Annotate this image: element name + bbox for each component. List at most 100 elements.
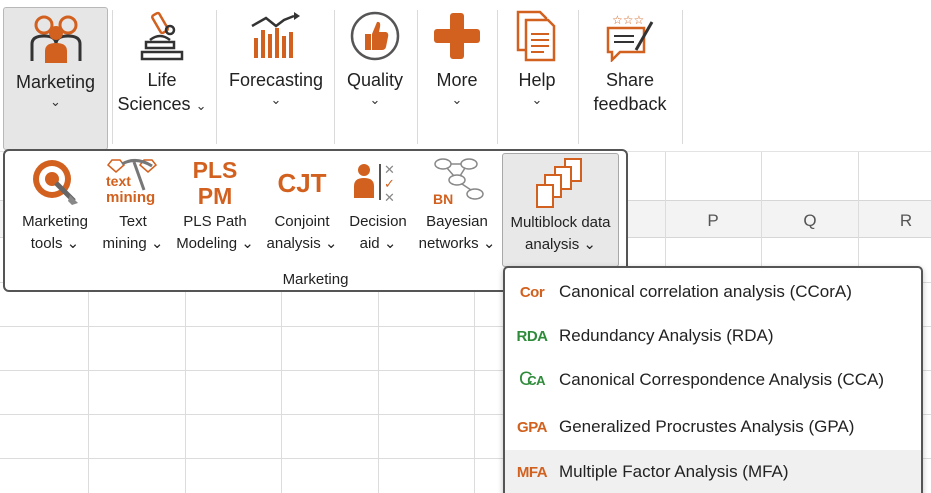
label-line: mining (102, 235, 147, 252)
feedback-stars-icon: ☆☆☆ (600, 6, 660, 66)
menu-item-cca[interactable]: CCA Canonical Correspondence Analysis (C… (505, 358, 921, 402)
decision-aid-button[interactable]: ✕ ✓ ✕ Decision aid ⌄ (343, 153, 413, 265)
microscope-icon (132, 6, 192, 66)
ribbon-separator (216, 10, 217, 144)
pls-path-modeling-button[interactable]: PLS PM PLS Path Modeling ⌄ (171, 153, 259, 265)
menu-item-label: Multiple Factor Analysis (MFA) (559, 462, 789, 481)
svg-text:☆☆☆: ☆☆☆ (612, 13, 644, 27)
svg-text:PLS: PLS (193, 157, 238, 183)
stacked-blocks-icon (526, 154, 596, 212)
menu-item-ccora[interactable]: Cor Canonical correlation analysis (CCor… (505, 270, 921, 314)
ribbon-separator (578, 10, 579, 144)
svg-text:CJT: CJT (277, 168, 326, 198)
svg-text:PM: PM (198, 183, 233, 209)
chevron-down-icon: ⌄ (531, 92, 543, 107)
gpa-icon: GPA (517, 418, 547, 436)
ribbon-forecasting-button[interactable]: Forecasting ⌄ (222, 6, 330, 150)
cjt-icon: CJT (267, 153, 337, 211)
ribbon-help-button[interactable]: Help ⌄ (501, 6, 573, 150)
pls-pm-icon: PLS PM (180, 153, 250, 211)
menu-item-mfa[interactable]: MFA Multiple Factor Analysis (MFA) (505, 450, 921, 493)
pls-path-modeling-label: PLS Path Modeling ⌄ (176, 211, 254, 255)
chevron-down-icon: ⌄ (241, 235, 254, 252)
label-line: analysis (525, 236, 580, 253)
ribbon-separator (682, 10, 683, 144)
ribbon-separator (497, 10, 498, 144)
label-line: analysis (266, 235, 321, 252)
mfa-icon: MFA (516, 463, 548, 481)
label-line: Life (147, 70, 177, 90)
bayesian-networks-button[interactable]: BN Bayesian networks ⌄ (415, 153, 499, 265)
network-nodes-icon: BN (422, 153, 492, 211)
ribbon-life-sciences-button[interactable]: Life Sciences ⌄ (114, 6, 210, 150)
text-mining-icon: text mining (98, 153, 168, 211)
chevron-down-icon: ⌄ (369, 92, 381, 107)
ribbon-share-feedback-label: Share feedback (593, 68, 666, 116)
svg-text:BN: BN (433, 191, 453, 207)
ribbon-life-sciences-label: Life Sciences ⌄ (118, 68, 207, 118)
svg-text:✓: ✓ (384, 177, 395, 192)
people-group-icon (26, 8, 86, 68)
ribbon-more-label: More (436, 70, 478, 90)
ribbon-quality-button[interactable]: Quality ⌄ (338, 6, 412, 150)
svg-text:mining: mining (106, 189, 155, 206)
documents-icon (507, 6, 567, 66)
label-line: Bayesian (426, 213, 488, 230)
label-line: Multiblock data (510, 214, 611, 231)
chevron-down-icon: ⌄ (383, 235, 397, 252)
ribbon: Marketing ⌄ Life Sciences ⌄ Forecasting … (0, 0, 931, 152)
ribbon-forecasting-label: Forecasting (228, 70, 324, 90)
label-line: tools (30, 235, 63, 252)
ribbon-more-button[interactable]: More ⌄ (421, 6, 493, 150)
label-line: Marketing (22, 213, 88, 230)
ribbon-share-feedback-button[interactable]: ☆☆☆ Share feedback (582, 6, 678, 150)
label-line: Sciences (117, 94, 191, 114)
trend-chart-icon (246, 6, 306, 66)
svg-text:text: text (106, 173, 131, 189)
label-line: Share (605, 70, 655, 90)
ribbon-help-label: Help (518, 70, 556, 90)
marketing-tools-button[interactable]: Marketing tools ⌄ (15, 153, 95, 265)
menu-item-label: Generalized Procrustes Analysis (GPA) (559, 417, 855, 436)
menu-item-rda[interactable]: RDA Redundancy Analysis (RDA) (505, 314, 921, 358)
multiblock-data-analysis-label: Multiblock data analysis ⌄ (510, 212, 610, 256)
label-line: Modeling (176, 235, 238, 252)
text-mining-button[interactable]: text mining Text mining ⌄ (99, 153, 167, 265)
ribbon-marketing-button[interactable]: Marketing ⌄ (3, 7, 108, 150)
ribbon-separator (417, 10, 418, 144)
chevron-down-icon: ⌄ (150, 235, 164, 252)
bayesian-networks-label: Bayesian networks ⌄ (419, 211, 496, 255)
text-mining-label: Text mining ⌄ (103, 211, 164, 255)
label-line: Decision (349, 213, 407, 230)
chevron-down-icon: ⌄ (50, 94, 61, 109)
rda-icon: RDA (516, 327, 549, 345)
ribbon-separator (112, 10, 113, 144)
decision-person-icon: ✕ ✓ ✕ (343, 153, 413, 211)
thumbs-up-icon (345, 6, 405, 66)
label-line: Text (119, 213, 147, 230)
cor-icon: Cor (519, 283, 545, 301)
cca-icon-text: CA (527, 373, 545, 388)
menu-item-gpa[interactable]: GPA Generalized Procrustes Analysis (GPA… (505, 405, 921, 449)
conjoint-analysis-button[interactable]: CJT Conjoint analysis ⌄ (263, 153, 341, 265)
decision-aid-label: Decision aid ⌄ (349, 211, 407, 255)
chevron-down-icon: ⌄ (583, 236, 596, 253)
label-line: Conjoint (274, 213, 330, 230)
menu-item-label: Canonical correlation analysis (CCorA) (559, 282, 852, 301)
svg-text:✕: ✕ (384, 163, 395, 178)
target-icon (20, 153, 90, 211)
menu-item-label: Canonical Correspondence Analysis (CCA) (559, 370, 885, 389)
conjoint-analysis-label: Conjoint analysis ⌄ (267, 211, 338, 255)
column-header-p[interactable]: P (683, 211, 743, 231)
ribbon-separator (334, 10, 335, 144)
label-line: aid (359, 235, 380, 252)
menu-item-label: Redundancy Analysis (RDA) (559, 326, 774, 345)
label-line: networks (418, 235, 479, 252)
label-line: PLS Path (183, 213, 247, 230)
column-header-r[interactable]: R (876, 211, 931, 231)
plus-icon (427, 6, 487, 66)
cca-icon: CCA (518, 369, 546, 390)
multiblock-data-analysis-button[interactable]: Multiblock data analysis ⌄ (502, 153, 619, 267)
column-header-q[interactable]: Q (780, 211, 840, 231)
chevron-down-icon: ⌄ (324, 235, 338, 252)
